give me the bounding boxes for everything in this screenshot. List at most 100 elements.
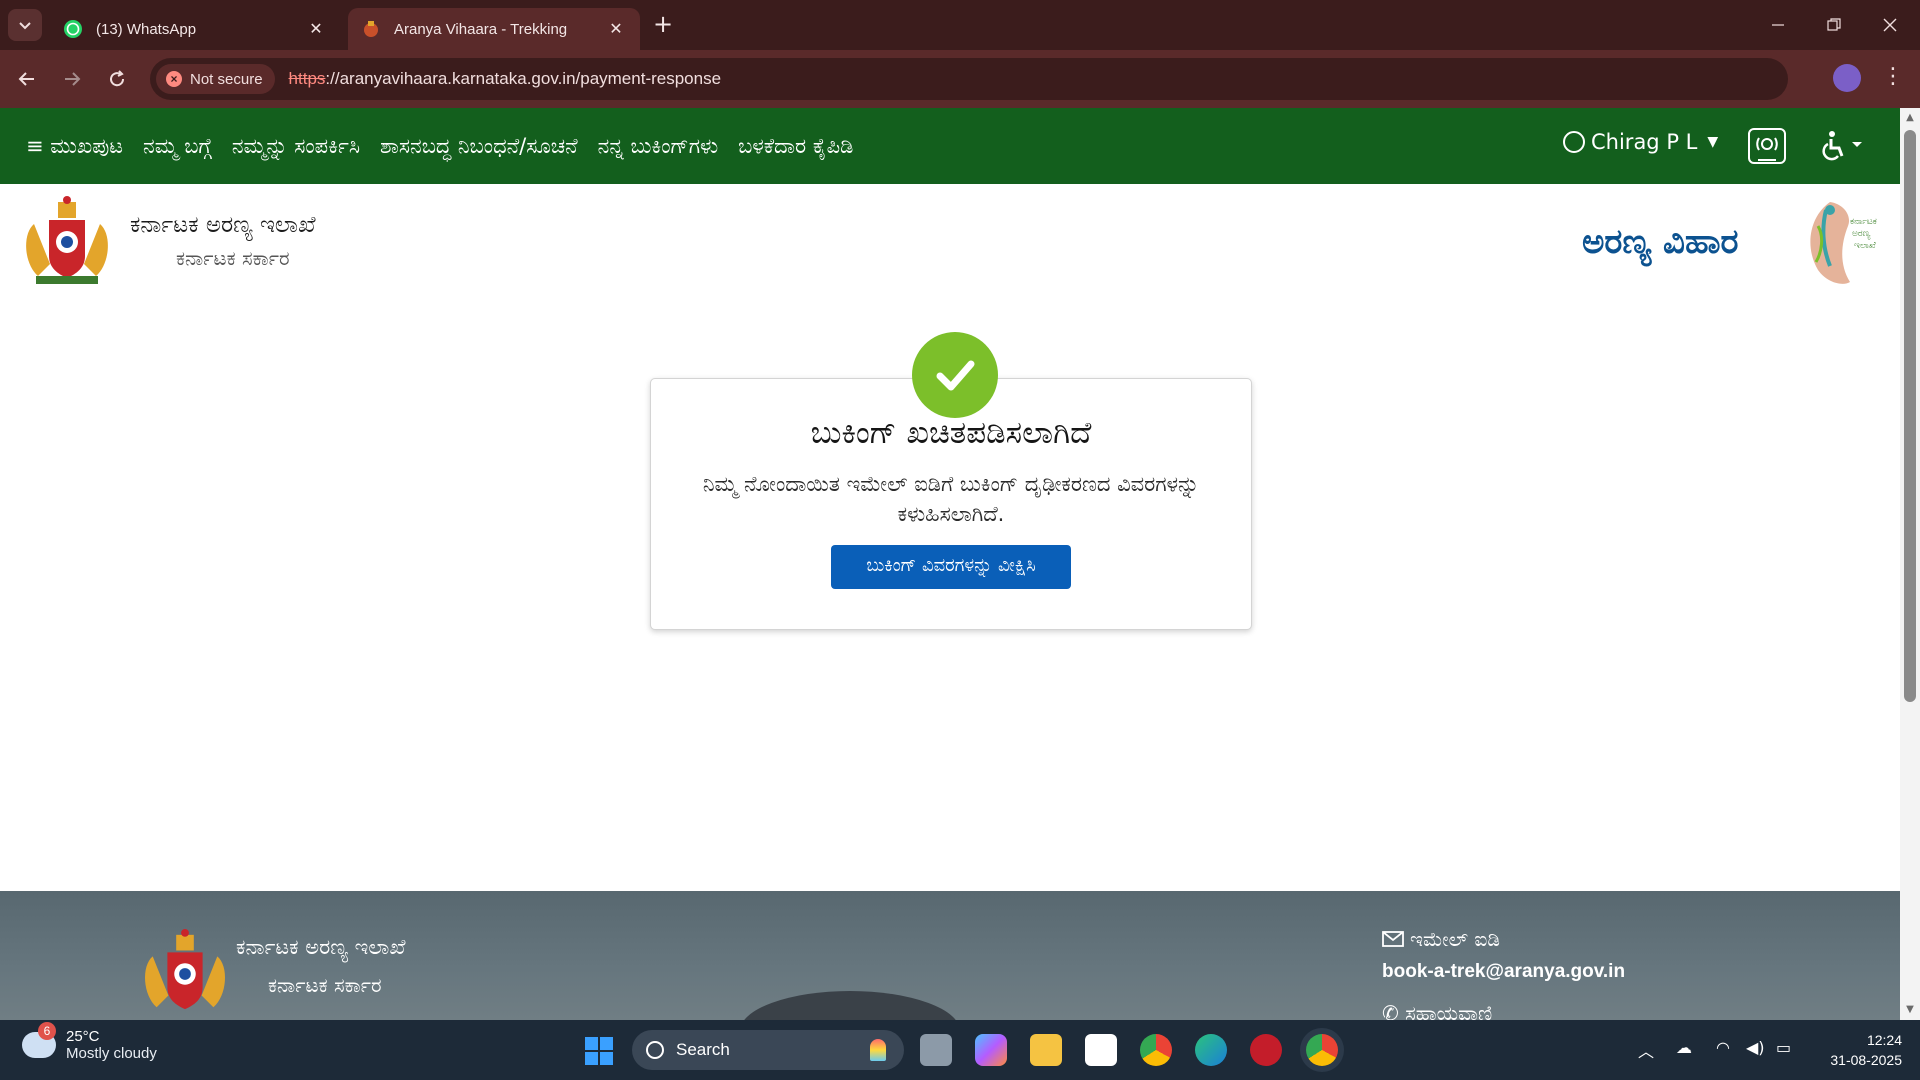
browser-toolbar: × Not secure https://aranyavihaara.karna…: [0, 50, 1920, 108]
close-icon[interactable]: ✕: [306, 19, 326, 39]
warning-icon: ×: [166, 71, 182, 87]
chrome-icon[interactable]: [1140, 1034, 1172, 1066]
tab-title: (13) WhatsApp: [96, 20, 197, 38]
clock-date: 31-08-2025: [1830, 1052, 1902, 1068]
start-tile: [600, 1037, 613, 1050]
cloud-icon: 6: [22, 1022, 56, 1058]
start-tile: [600, 1052, 613, 1065]
security-chip[interactable]: × Not secure: [156, 64, 275, 94]
back-arrow-icon: [18, 72, 34, 86]
edge-icon[interactable]: [1195, 1034, 1227, 1066]
clock-time: 12:24: [1866, 1032, 1902, 1048]
weather-condition: Mostly cloudy: [66, 1045, 157, 1062]
scroll-up-arrow-icon[interactable]: ▲: [1904, 112, 1916, 124]
nav-my-bookings[interactable]: ನನ್ನ ಬುಕಿಂಗ್‌ಗಳು: [598, 134, 719, 159]
taskbar-search[interactable]: Search: [632, 1030, 904, 1070]
nav-contact-us[interactable]: ನಮ್ಮನ್ನು ಸಂಪರ್ಕಿಸಿ: [232, 134, 360, 159]
aranya-vihaara-logo: ಕರ್ನಾಟಕ ಅರಣ್ಯ ಇಲಾಖೆ: [1810, 202, 1877, 284]
restore-icon: [1827, 18, 1841, 31]
reload-icon: [110, 70, 125, 87]
windows-start-button[interactable]: [585, 1037, 613, 1065]
government-name: ಕರ್ನಾಟಕ ಸರ್ಕಾರ: [176, 246, 290, 270]
copilot-icon[interactable]: [975, 1034, 1007, 1066]
address-bar[interactable]: × Not secure https://aranyavihaara.karna…: [150, 58, 1788, 100]
success-check-icon: [912, 332, 998, 418]
whatsapp-icon: [62, 18, 84, 40]
onedrive-icon[interactable]: ☁: [1676, 1038, 1692, 1057]
profile-avatar[interactable]: [1833, 64, 1861, 92]
chrome-profile-icon[interactable]: [1306, 1034, 1338, 1066]
start-tile: [585, 1037, 598, 1050]
nav-about-us[interactable]: ನಮ್ಮ ಬಗ್ಗೆ: [143, 134, 212, 159]
wheelchair-icon: [1822, 131, 1862, 161]
tab-whatsapp[interactable]: (13) WhatsApp ✕: [50, 8, 340, 50]
user-name: Chirag P L: [1591, 130, 1698, 154]
footer-email-link[interactable]: book-a-trek@aranya.gov.in: [1382, 961, 1625, 983]
site-footer: ಕರ್ನಾಟಕ ಅರಣ್ಯ ಇಲಾಖೆ ಕರ್ನಾಟಕ ಸರ್ಕಾರ ಇಮೇಲ್…: [0, 891, 1900, 1020]
envelope-icon: [1382, 931, 1404, 947]
nav-home[interactable]: ≡ ಮುಖಪುಟ: [26, 134, 123, 159]
footer-background-hill: [740, 991, 960, 1020]
footer-department-name: ಕರ್ನಾಟಕ ಅರಣ್ಯ ಇಲಾಖೆ: [236, 935, 406, 959]
footer-email-label: ಇಮೇಲ್ ಐಡಿ: [1382, 927, 1500, 951]
site-header: ಕರ್ನಾಟಕ ಅರಣ್ಯ ಇಲಾಖೆ ಕರ್ನಾಟಕ ಸರ್ಕಾರ ಅರಣ್ಯ…: [0, 184, 1900, 296]
tab-search-button[interactable]: [8, 9, 42, 41]
minimize-button[interactable]: [1758, 10, 1798, 40]
user-circle-icon: [1563, 131, 1585, 153]
nav-statutory-notices[interactable]: ಶಾಸನಬದ್ಧ ನಿಬಂಧನೆ/ಸೂಚನೆ: [380, 134, 578, 159]
reload-button[interactable]: [102, 64, 132, 94]
close-window-button[interactable]: [1870, 10, 1910, 40]
minimize-icon: [1772, 24, 1784, 26]
task-view-icon[interactable]: [920, 1034, 952, 1066]
system-clock[interactable]: 12:24 31-08-2025: [1802, 1030, 1902, 1070]
footer-government-name: ಕರ್ನಾಟಕ ಸರ್ಕಾರ: [268, 973, 382, 997]
karnataka-emblem-logo: [145, 928, 225, 1010]
back-button[interactable]: [12, 64, 42, 94]
show-hidden-icons-chevron-icon[interactable]: ︿: [1638, 1038, 1654, 1062]
svg-text:ಅರಣ್ಯ: ಅರಣ್ಯ: [1852, 229, 1871, 240]
file-explorer-icon[interactable]: [1030, 1034, 1062, 1066]
page-scrollbar[interactable]: ▲ ▼: [1900, 108, 1920, 1020]
svg-text:ಇಲಾಖೆ: ಇಲಾಖೆ: [1854, 241, 1876, 251]
windows-taskbar: 6 25°C Mostly cloudy Search ︿ ☁ ◠ ◀) ▭ 1…: [0, 1020, 1920, 1080]
close-icon: [1883, 18, 1897, 32]
browser-tab-bar: (13) WhatsApp ✕ Aranya Vihaara - Trekkin…: [0, 0, 1920, 50]
forward-arrow-icon: [65, 72, 81, 86]
microsoft-store-icon[interactable]: [1085, 1034, 1117, 1066]
caret-down-icon: ▼: [1707, 134, 1719, 150]
chevron-down-icon: [19, 22, 31, 30]
start-tile: [585, 1052, 598, 1065]
site-title[interactable]: ಅರಣ್ಯ ವಿಹಾರ: [1582, 222, 1739, 262]
screen-reader-icon[interactable]: [1748, 128, 1786, 164]
web-page: ≡ ಮುಖಪುಟ ನಮ್ಮ ಬಗ್ಗೆ ನಮ್ಮನ್ನು ಸಂಪರ್ಕಿಸಿ ಶ…: [0, 108, 1900, 1020]
view-booking-details-button[interactable]: ಬುಕಿಂಗ್ ವಿವರಗಳನ್ನು ವೀಕ್ಷಿಸಿ: [831, 545, 1071, 589]
more-menu-icon[interactable]: ⋮: [1882, 64, 1904, 94]
nav-user-manual[interactable]: ಬಳಕೆದಾರ ಕೈಪಿಡಿ: [738, 134, 853, 159]
svg-text:ಕರ್ನಾಟಕ: ಕರ್ನಾಟಕ: [1850, 217, 1877, 227]
karnataka-emblem-icon: [360, 18, 382, 40]
tab-aranya-vihaara[interactable]: Aranya Vihaara - Trekking ✕: [348, 8, 640, 50]
department-name: ಕರ್ನಾಟಕ ಅರಣ್ಯ ಇಲಾಖೆ: [130, 212, 316, 238]
confirmation-message: ನಿಮ್ಮ ನೋಂದಾಯಿತ ಇಮೇಲ್ ಐಡಿಗೆ ಬುಕಿಂಗ್ ದೃಢೀಕ…: [702, 472, 1200, 526]
close-icon[interactable]: ✕: [606, 19, 626, 39]
accessibility-menu[interactable]: [1820, 130, 1866, 168]
weather-widget[interactable]: 6 25°C Mostly cloudy: [22, 1022, 157, 1062]
notification-badge: 6: [38, 1022, 56, 1040]
scroll-down-arrow-icon[interactable]: ▼: [1904, 1004, 1916, 1016]
battery-icon[interactable]: ▭: [1776, 1038, 1791, 1057]
search-highlight-icon: [870, 1039, 886, 1061]
footer-helpline-label: ✆ ಸಹಾಯವಾಣಿ: [1382, 1001, 1493, 1020]
volume-icon[interactable]: ◀): [1746, 1038, 1765, 1057]
restore-button[interactable]: [1814, 10, 1854, 40]
tab-title: Aranya Vihaara - Trekking: [394, 20, 568, 38]
security-app-icon[interactable]: [1250, 1034, 1282, 1066]
wifi-icon[interactable]: ◠: [1716, 1038, 1730, 1057]
search-label: Search: [676, 1040, 730, 1059]
search-icon: [646, 1041, 664, 1059]
forward-button[interactable]: [57, 64, 87, 94]
new-tab-button[interactable]: +: [650, 12, 676, 38]
url-text[interactable]: https://aranyavihaara.karnataka.gov.in/p…: [289, 69, 722, 89]
user-menu-dropdown[interactable]: Chirag P L ▼: [1563, 130, 1718, 154]
temperature: 25°C: [66, 1028, 100, 1045]
scrollbar-thumb[interactable]: [1904, 130, 1916, 702]
